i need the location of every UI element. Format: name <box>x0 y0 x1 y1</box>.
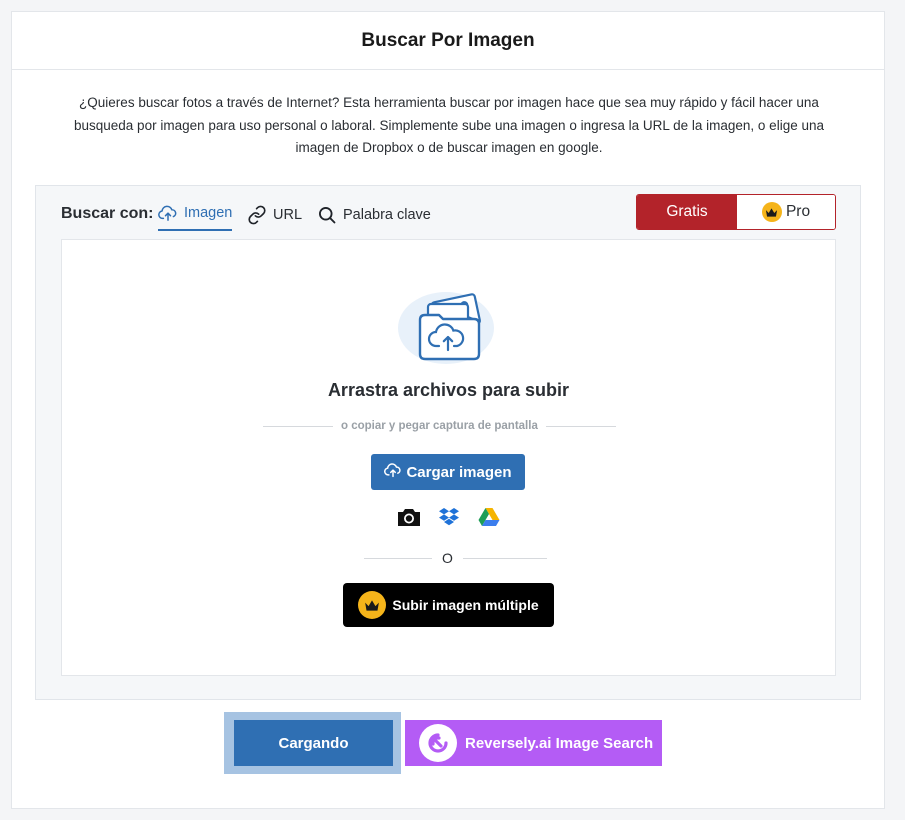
cloud-upload-icon <box>384 462 402 482</box>
google-drive-icon[interactable] <box>476 506 502 528</box>
crown-icon <box>358 591 387 619</box>
search-with-label: Buscar con: <box>61 205 154 222</box>
dropbox-icon[interactable] <box>436 506 462 528</box>
upload-dropzone[interactable]: Arrastra archivos para subir o copiar y … <box>61 239 836 676</box>
tab-url-label: URL <box>273 207 303 223</box>
upload-multiple-button[interactable]: Subir imagen múltiple <box>343 583 554 627</box>
camera-icon[interactable] <box>396 506 422 528</box>
search-tool-panel: Buscar con: Imagen URL Palabra clave Gra… <box>35 185 861 700</box>
divider-line-right <box>545 425 616 427</box>
reversely-logo-icon <box>419 724 457 762</box>
or-divider: O <box>364 550 547 566</box>
tab-image[interactable]: Imagen <box>158 199 233 231</box>
tab-keyword-label: Palabra clave <box>343 207 431 223</box>
crown-icon <box>761 202 782 222</box>
reversely-search-label: Reversely.ai Image Search <box>465 734 654 752</box>
paste-hint-row: o copiar y pegar captura de pantalla <box>263 420 616 432</box>
card-header: Buscar Por Imagen <box>12 12 884 70</box>
loading-button[interactable]: Cargando <box>234 720 393 766</box>
tab-image-label: Imagen <box>184 205 233 221</box>
plan-toggle: Gratis Pro <box>636 194 836 230</box>
plan-pro-button[interactable]: Pro <box>737 195 835 229</box>
drag-files-title: Arrastra archivos para subir <box>327 380 570 400</box>
divider-line-left <box>263 425 333 427</box>
paste-hint: o copiar y pegar captura de pantalla <box>341 420 538 432</box>
tab-url[interactable]: URL <box>247 199 302 231</box>
intro-text: ¿Quieres buscar fotos a través de Intern… <box>74 95 824 155</box>
upload-multiple-label: Subir imagen múltiple <box>392 597 539 613</box>
or-text: O <box>442 550 453 566</box>
search-by-image-card: Buscar Por Imagen ¿Quieres buscar fotos … <box>11 11 885 809</box>
search-icon <box>317 205 337 225</box>
page-title: Buscar Por Imagen <box>361 29 535 51</box>
folder-upload-icon <box>398 288 502 368</box>
link-icon <box>247 205 267 225</box>
plan-free-button[interactable]: Gratis <box>637 195 737 229</box>
upload-image-button[interactable]: Cargar imagen <box>371 454 525 490</box>
upload-sources <box>396 506 502 528</box>
divider-line-left <box>364 557 432 559</box>
upload-image-label: Cargar imagen <box>406 463 512 481</box>
divider-line-right <box>462 557 547 559</box>
plan-pro-label: Pro <box>785 203 811 220</box>
reversely-search-button[interactable]: Reversely.ai Image Search <box>405 720 662 766</box>
tab-keyword[interactable]: Palabra clave <box>317 199 431 231</box>
cloud-upload-icon <box>158 204 178 222</box>
search-tabs-row: Buscar con: Imagen URL Palabra clave Gra… <box>36 186 860 236</box>
